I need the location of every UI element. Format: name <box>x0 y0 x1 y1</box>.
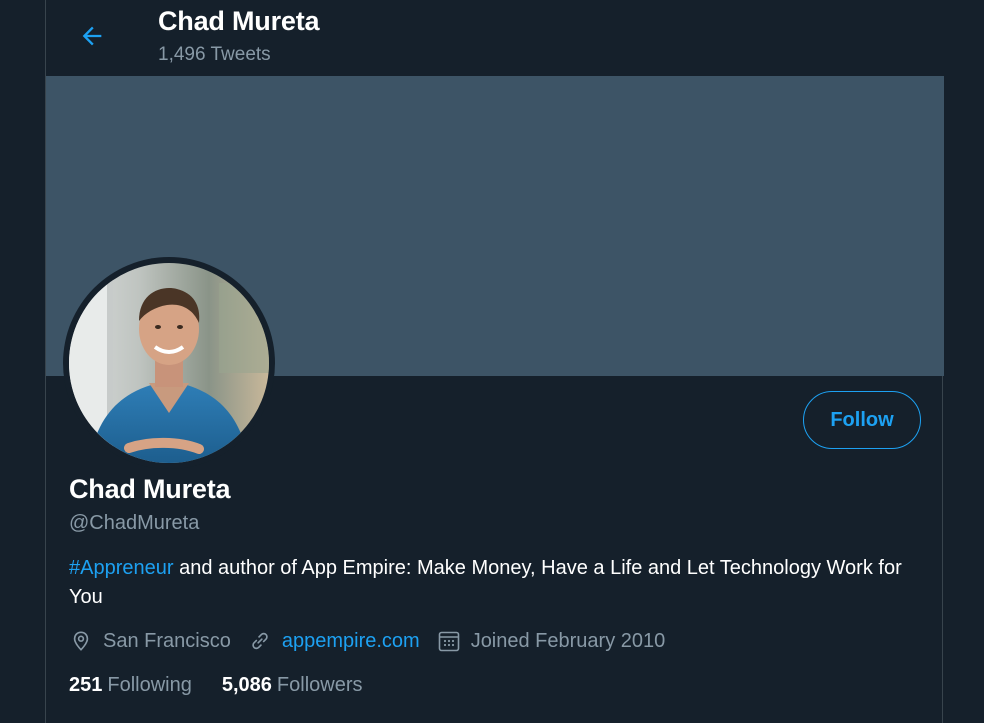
website-link[interactable]: appempire.com <box>282 630 420 653</box>
location-pin-icon <box>69 629 93 653</box>
followers-label: Followers <box>276 673 363 696</box>
location: San Francisco <box>69 629 231 653</box>
link-icon <box>248 629 272 653</box>
website: appempire.com <box>248 629 420 653</box>
joined-date: Joined February 2010 <box>437 629 666 653</box>
profile-column: Chad Mureta 1,496 Tweets Follow Chad Mur… <box>45 0 944 723</box>
arrow-left-icon <box>82 26 102 46</box>
profile-handle: @ChadMureta <box>69 512 200 534</box>
following-stat[interactable]: 251 Following <box>69 674 192 697</box>
avatar[interactable] <box>63 257 275 469</box>
profile-bio: #Appreneur and author of App Empire: Mak… <box>69 554 919 612</box>
location-text: San Francisco <box>103 629 231 652</box>
avatar-photo <box>69 263 269 463</box>
following-count: 251 <box>69 673 103 696</box>
profile-meta: San Francisco appempire.com Joined Febru… <box>69 626 682 656</box>
following-label: Following <box>107 673 192 696</box>
followers-count: 5,086 <box>221 673 272 696</box>
follow-button[interactable]: Follow <box>803 391 921 449</box>
calendar-icon <box>437 629 461 653</box>
tweet-count: 1,496 Tweets <box>158 44 271 65</box>
profile-stats: 251 Following 5,086 Followers <box>69 670 393 700</box>
profile-header: Chad Mureta 1,496 Tweets <box>46 0 944 76</box>
back-button[interactable] <box>68 14 116 58</box>
followers-stat[interactable]: 5,086 Followers <box>222 674 363 697</box>
header-title: Chad Mureta <box>158 6 320 36</box>
avatar-image <box>69 263 269 463</box>
profile-name: Chad Mureta <box>69 474 231 504</box>
bio-hashtag-link[interactable]: #Appreneur <box>69 557 174 579</box>
joined-text: Joined February 2010 <box>470 629 666 652</box>
bio-text: and author of App Empire: Make Money, Ha… <box>69 557 902 608</box>
